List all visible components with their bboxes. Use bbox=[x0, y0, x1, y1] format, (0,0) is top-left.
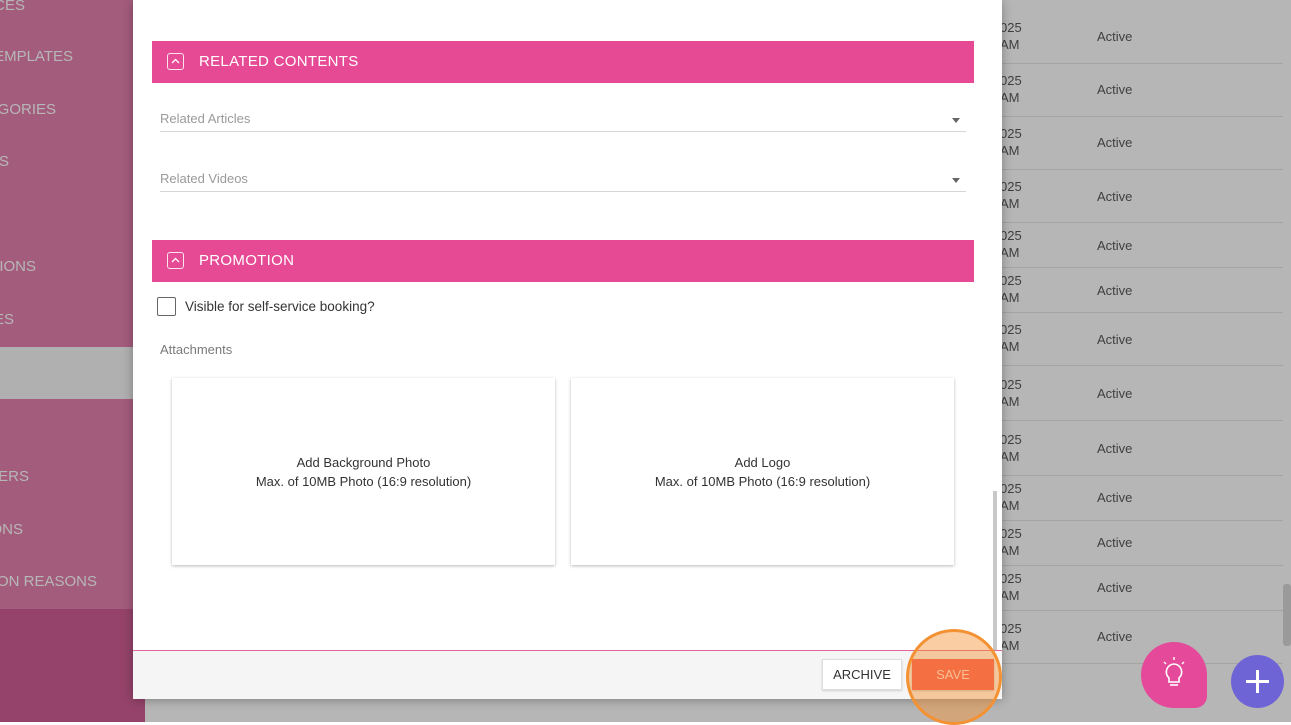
plus-icon bbox=[1246, 670, 1269, 693]
edit-service-modal: RELATED CONTENTS Related Articles Relate… bbox=[133, 0, 1002, 699]
dropdown-arrow-icon bbox=[952, 178, 960, 183]
upload-hint: Max. of 10MB Photo (16:9 resolution) bbox=[255, 474, 472, 489]
collapse-button[interactable] bbox=[167, 252, 184, 269]
add-button[interactable] bbox=[1231, 655, 1284, 708]
self-service-checkbox[interactable] bbox=[157, 297, 176, 316]
upload-hint: Max. of 10MB Photo (16:9 resolution) bbox=[654, 474, 871, 489]
related-videos-label: Related Videos bbox=[160, 171, 248, 186]
section-title: RELATED CONTENTS bbox=[199, 53, 359, 70]
upload-title: Add Background Photo bbox=[296, 455, 431, 470]
related-articles-label: Related Articles bbox=[160, 111, 251, 126]
attachments-label: Attachments bbox=[160, 342, 233, 357]
self-service-label[interactable]: Visible for self-service booking? bbox=[185, 299, 375, 314]
background-photo-upload[interactable]: Add Background Photo Max. of 10MB Photo … bbox=[172, 378, 555, 565]
section-title: PROMOTION bbox=[199, 252, 295, 269]
modal-footer: ARCHIVE SAVE bbox=[133, 650, 1002, 699]
upload-title: Add Logo bbox=[734, 455, 791, 470]
related-contents-header[interactable]: RELATED CONTENTS bbox=[152, 41, 974, 83]
archive-button[interactable]: ARCHIVE bbox=[822, 659, 902, 690]
logo-upload[interactable]: Add Logo Max. of 10MB Photo (16:9 resolu… bbox=[571, 378, 954, 565]
related-videos-select[interactable]: Related Videos bbox=[160, 169, 966, 192]
modal-scrollbar[interactable] bbox=[993, 491, 997, 650]
idea-button[interactable] bbox=[1141, 642, 1207, 708]
related-articles-select[interactable]: Related Articles bbox=[160, 109, 966, 132]
collapse-button[interactable] bbox=[167, 53, 184, 70]
click-highlight bbox=[906, 629, 1002, 725]
chevron-up-icon bbox=[171, 257, 180, 263]
chevron-up-icon bbox=[171, 58, 180, 64]
promotion-header[interactable]: PROMOTION bbox=[152, 240, 974, 282]
dropdown-arrow-icon bbox=[952, 118, 960, 123]
lightbulb-icon bbox=[1163, 657, 1185, 686]
